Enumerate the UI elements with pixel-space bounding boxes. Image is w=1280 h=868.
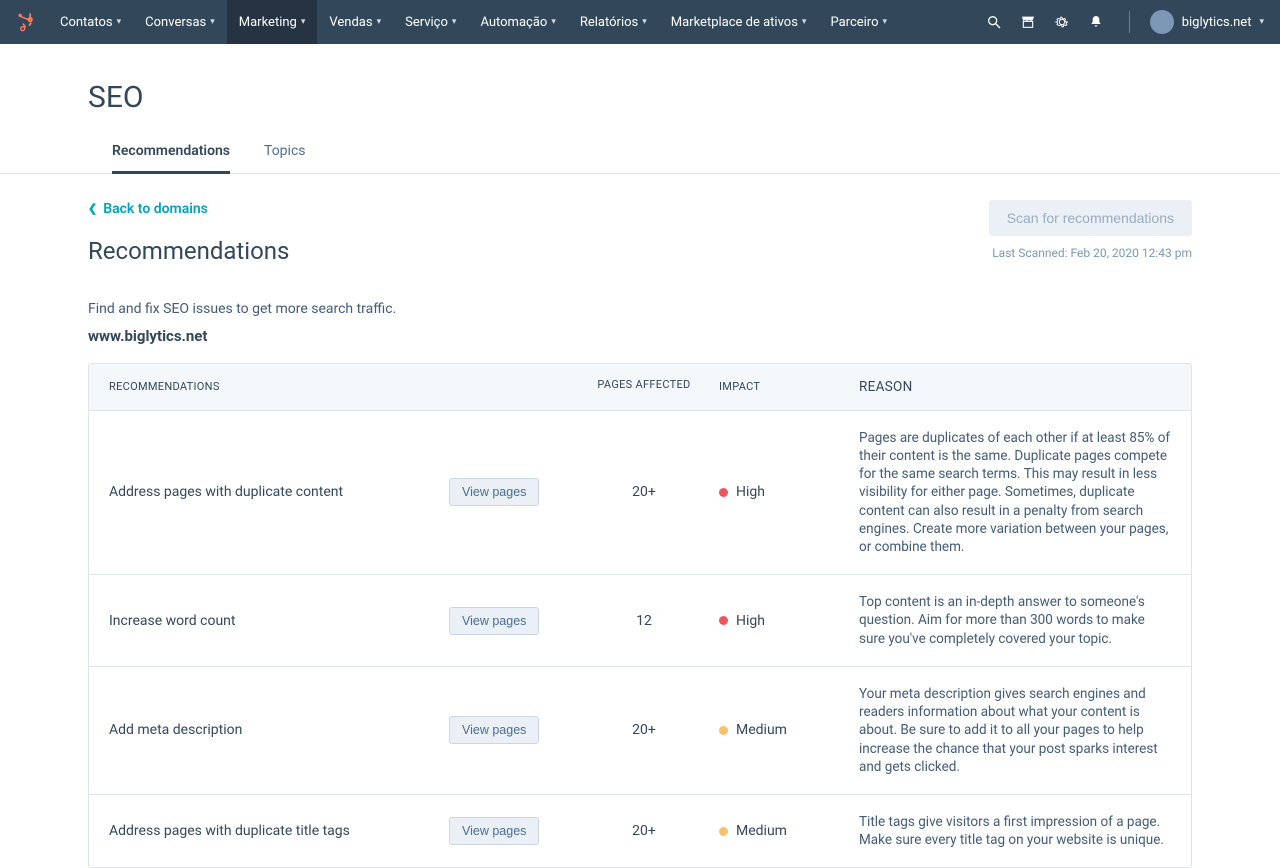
col-header-impact: IMPACT [719, 378, 859, 396]
table-row: Increase word count View pages 12 High T… [89, 575, 1191, 667]
nav-label: Relatórios [580, 15, 638, 30]
domain-name: www.biglytics.net [88, 327, 1192, 345]
col-header-pages: PAGES AFFECTED [569, 378, 719, 396]
search-icon[interactable] [985, 13, 1003, 31]
view-pages-button[interactable]: View pages [449, 817, 539, 845]
nav-item-marketplace[interactable]: Marketplace de ativos ▾ [659, 0, 819, 44]
top-nav: Contatos▾ Conversas▾ Marketing▾ Vendas▾ … [0, 0, 1280, 44]
pages-affected-value: 20+ [569, 484, 719, 500]
impact-label: Medium [736, 722, 787, 738]
nav-label: Vendas [329, 15, 372, 30]
nav-item-automacao[interactable]: Automação ▾ [468, 0, 567, 44]
back-link-label: Back to domains [103, 201, 208, 217]
nav-item-contatos[interactable]: Contatos ▾ [48, 0, 133, 44]
avatar [1150, 10, 1174, 34]
chevron-down-icon: ▾ [802, 17, 807, 27]
table-row: Address pages with duplicate content Vie… [89, 411, 1191, 576]
view-pages-button[interactable]: View pages [449, 607, 539, 635]
view-pages-button[interactable]: View pages [449, 716, 539, 744]
notifications-bell-icon[interactable] [1087, 13, 1105, 31]
marketplace-icon[interactable] [1019, 13, 1037, 31]
nav-divider [1129, 11, 1130, 33]
impact-dot-icon [719, 726, 728, 735]
impact-cell: High [719, 613, 859, 629]
nav-label: Marketing [239, 15, 297, 30]
impact-label: High [736, 484, 765, 500]
last-scanned-text: Last Scanned: Feb 20, 2020 12:43 pm [989, 246, 1192, 260]
tab-recommendations[interactable]: Recommendations [112, 133, 230, 174]
tabs: Recommendations Topics [88, 133, 1192, 173]
pages-affected-value: 20+ [569, 722, 719, 738]
impact-label: Medium [736, 823, 787, 839]
nav-item-marketing[interactable]: Marketing ▾ [227, 0, 318, 44]
nav-label: Parceiro [830, 15, 878, 30]
nav-item-relatorios[interactable]: Relatórios ▾ [568, 0, 659, 44]
impact-dot-icon [719, 827, 728, 836]
account-switcher[interactable]: biglytics.net ▾ [1150, 10, 1264, 34]
impact-cell: High [719, 484, 859, 500]
chevron-down-icon: ▾ [210, 17, 215, 27]
nav-item-parceiro[interactable]: Parceiro ▾ [818, 0, 899, 44]
chevron-down-icon: ▾ [452, 17, 457, 27]
chevron-down-icon: ▾ [117, 17, 122, 27]
nav-item-conversas[interactable]: Conversas ▾ [133, 0, 227, 44]
chevron-down-icon: ▾ [883, 17, 888, 27]
reason-text: Top content is an in-depth answer to som… [859, 593, 1171, 648]
chevron-left-icon: ❮ [88, 202, 97, 215]
nav-label: Marketplace de ativos [671, 15, 798, 30]
chevron-down-icon: ▾ [1259, 17, 1264, 27]
page-title: SEO [88, 80, 1192, 115]
pages-affected-value: 12 [569, 613, 719, 629]
table-row: Address pages with duplicate title tags … [89, 795, 1191, 867]
chevron-down-icon: ▾ [377, 17, 382, 27]
nav-label: Serviço [405, 15, 448, 30]
reason-text: Title tags give visitors a first impress… [859, 813, 1171, 849]
col-header-reason: REASON [859, 378, 1171, 396]
tab-topics[interactable]: Topics [264, 133, 305, 174]
impact-label: High [736, 613, 765, 629]
table-row: Add meta description View pages 20+ Medi… [89, 667, 1191, 795]
nav-items: Contatos▾ Conversas▾ Marketing▾ Vendas▾ … [48, 0, 899, 44]
recommendation-name: Address pages with duplicate content [109, 484, 343, 500]
back-to-domains-link[interactable]: ❮ Back to domains [88, 201, 208, 217]
recommendation-name: Address pages with duplicate title tags [109, 823, 350, 839]
account-name: biglytics.net [1182, 15, 1252, 30]
col-header-recommendations: RECOMMENDATIONS [109, 378, 449, 396]
chevron-down-icon: ▾ [301, 17, 306, 27]
nav-item-servico[interactable]: Serviço ▾ [393, 0, 468, 44]
nav-utility-icons: biglytics.net ▾ [985, 10, 1264, 34]
nav-label: Automação [480, 15, 547, 30]
tabs-container: Recommendations Topics [0, 133, 1280, 174]
recommendation-name: Increase word count [109, 613, 235, 629]
impact-cell: Medium [719, 823, 859, 839]
page-description: Find and fix SEO issues to get more sear… [88, 301, 1192, 317]
recommendation-name: Add meta description [109, 722, 242, 738]
section-title: Recommendations [88, 237, 289, 265]
nav-item-vendas[interactable]: Vendas ▾ [317, 0, 393, 44]
impact-dot-icon [719, 488, 728, 497]
settings-gear-icon[interactable] [1053, 13, 1071, 31]
hubspot-logo-icon[interactable] [16, 12, 36, 32]
chevron-down-icon: ▾ [551, 17, 556, 27]
table-header-row: RECOMMENDATIONS PAGES AFFECTED IMPACT RE… [89, 364, 1191, 411]
scan-recommendations-button[interactable]: Scan for recommendations [989, 200, 1192, 236]
view-pages-button[interactable]: View pages [449, 478, 539, 506]
nav-label: Contatos [60, 15, 113, 30]
recommendations-table: RECOMMENDATIONS PAGES AFFECTED IMPACT RE… [88, 363, 1192, 868]
reason-text: Your meta description gives search engin… [859, 685, 1171, 776]
impact-cell: Medium [719, 722, 859, 738]
reason-text: Pages are duplicates of each other if at… [859, 429, 1171, 557]
pages-affected-value: 20+ [569, 823, 719, 839]
impact-dot-icon [719, 616, 728, 625]
chevron-down-icon: ▾ [642, 17, 647, 27]
nav-label: Conversas [145, 15, 206, 30]
